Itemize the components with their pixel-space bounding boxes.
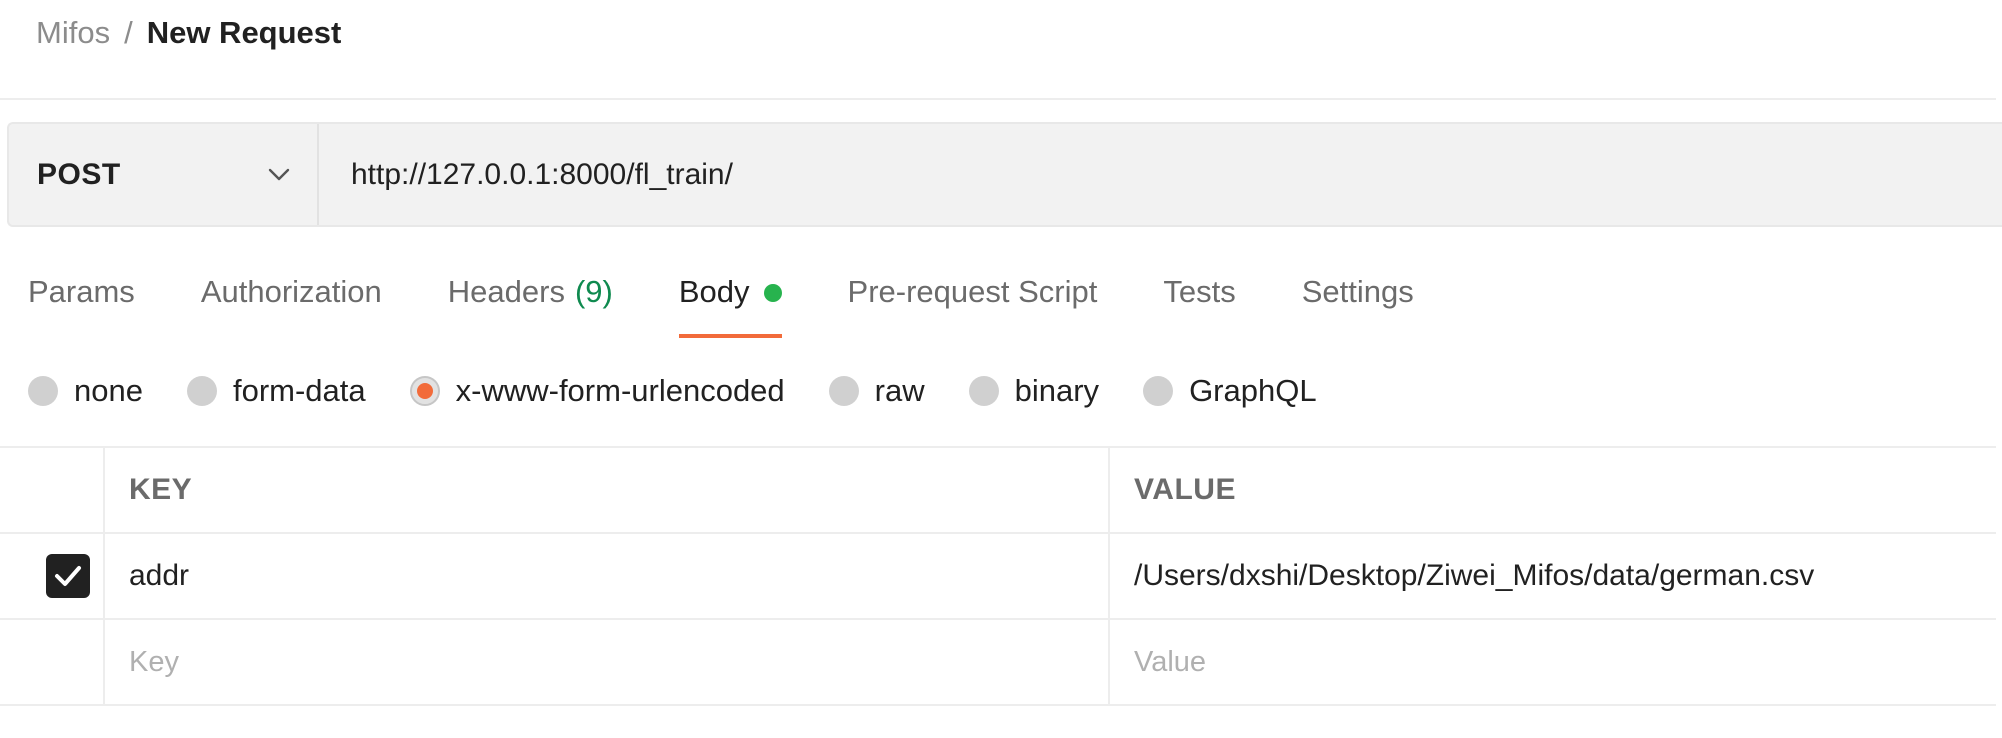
row-value: /Users/dxshi/Desktop/Ziwei_Mifos/data/ge… — [1134, 559, 1815, 592]
body-type-form-data[interactable]: form-data — [186, 373, 366, 409]
body-type-graphql[interactable]: GraphQL — [1143, 373, 1317, 409]
table-row: addr /Users/dxshi/Desktop/Ziwei_Mifos/da… — [0, 532, 1996, 620]
request-bar: POST — [7, 122, 2002, 227]
breadcrumb: Mifos / New Request — [36, 0, 341, 66]
tab-label: Authorization — [200, 274, 382, 309]
row-value-cell[interactable]: /Users/dxshi/Desktop/Ziwei_Mifos/data/ge… — [1109, 532, 1996, 620]
body-type-x-www-form-urlencoded[interactable]: x-www-form-urlencoded — [409, 373, 785, 409]
check-icon — [55, 566, 81, 586]
new-row-checkbox-cell — [0, 618, 104, 706]
key-column-header: KEY — [103, 446, 1110, 534]
method-label: POST — [37, 157, 121, 191]
radio-button-selected[interactable] — [409, 376, 440, 406]
breadcrumb-collection[interactable]: Mifos — [36, 15, 110, 51]
radio-label: raw — [874, 373, 925, 408]
url-input[interactable] — [319, 124, 2002, 225]
body-type-none[interactable]: none — [28, 373, 143, 409]
headers-count: (9) — [574, 274, 613, 309]
tab-body[interactable]: Body — [678, 262, 782, 338]
radio-label: GraphQL — [1189, 373, 1317, 408]
new-value-cell[interactable]: Value — [1109, 618, 1996, 706]
radio-label: none — [74, 373, 143, 408]
chevron-down-icon — [267, 163, 291, 187]
row-checkbox[interactable] — [46, 554, 90, 598]
body-type-raw[interactable]: raw — [828, 373, 925, 409]
radio-button[interactable] — [186, 376, 217, 406]
tab-label: Tests — [1163, 274, 1236, 309]
row-key-cell[interactable]: addr — [103, 532, 1110, 620]
request-title[interactable]: New Request — [147, 15, 342, 51]
value-column-header: VALUE — [1109, 446, 1996, 534]
tab-pre-request-script[interactable]: Pre-request Script — [848, 262, 1098, 338]
tab-tests[interactable]: Tests — [1163, 262, 1235, 338]
tab-headers[interactable]: Headers (9) — [448, 262, 613, 338]
table-header-row: KEY VALUE — [0, 446, 1996, 534]
new-key-cell[interactable]: Key — [103, 618, 1110, 706]
row-checkbox-cell — [0, 532, 104, 620]
breadcrumb-separator: / — [124, 15, 133, 50]
method-select[interactable]: POST — [9, 124, 319, 225]
tab-authorization[interactable]: Authorization — [201, 262, 382, 338]
tab-label: Body — [678, 274, 750, 309]
body-status-dot — [763, 284, 782, 302]
body-type-binary[interactable]: binary — [968, 373, 1100, 409]
key-placeholder: Key — [129, 645, 179, 678]
body-type-selector: none form-data x-www-form-urlencoded raw… — [28, 366, 1361, 416]
radio-label: form-data — [232, 373, 366, 408]
radio-button[interactable] — [828, 376, 859, 406]
tab-params[interactable]: Params — [28, 262, 135, 338]
radio-button[interactable] — [968, 376, 999, 406]
value-header-label: VALUE — [1134, 473, 1236, 506]
urlencoded-params-table: KEY VALUE addr /Users/dxshi/Desktop/Ziwe… — [0, 446, 1996, 706]
tab-label: Settings — [1301, 274, 1414, 309]
tab-label: Headers — [447, 274, 565, 309]
tab-settings[interactable]: Settings — [1302, 262, 1414, 338]
tab-label: Params — [28, 274, 135, 309]
radio-button[interactable] — [28, 376, 58, 406]
checkbox-column-header — [0, 446, 104, 534]
row-key: addr — [129, 559, 190, 592]
table-row-new: Key Value — [0, 618, 1996, 706]
request-tabs: Params Authorization Headers (9) Body Pr… — [28, 262, 1480, 342]
value-placeholder: Value — [1134, 645, 1207, 678]
tab-label: Pre-request Script — [847, 274, 1098, 309]
radio-label: x-www-form-urlencoded — [455, 373, 785, 408]
header-divider — [0, 98, 1996, 100]
radio-label: binary — [1014, 373, 1100, 408]
radio-button[interactable] — [1143, 376, 1174, 406]
key-header-label: KEY — [129, 473, 193, 506]
